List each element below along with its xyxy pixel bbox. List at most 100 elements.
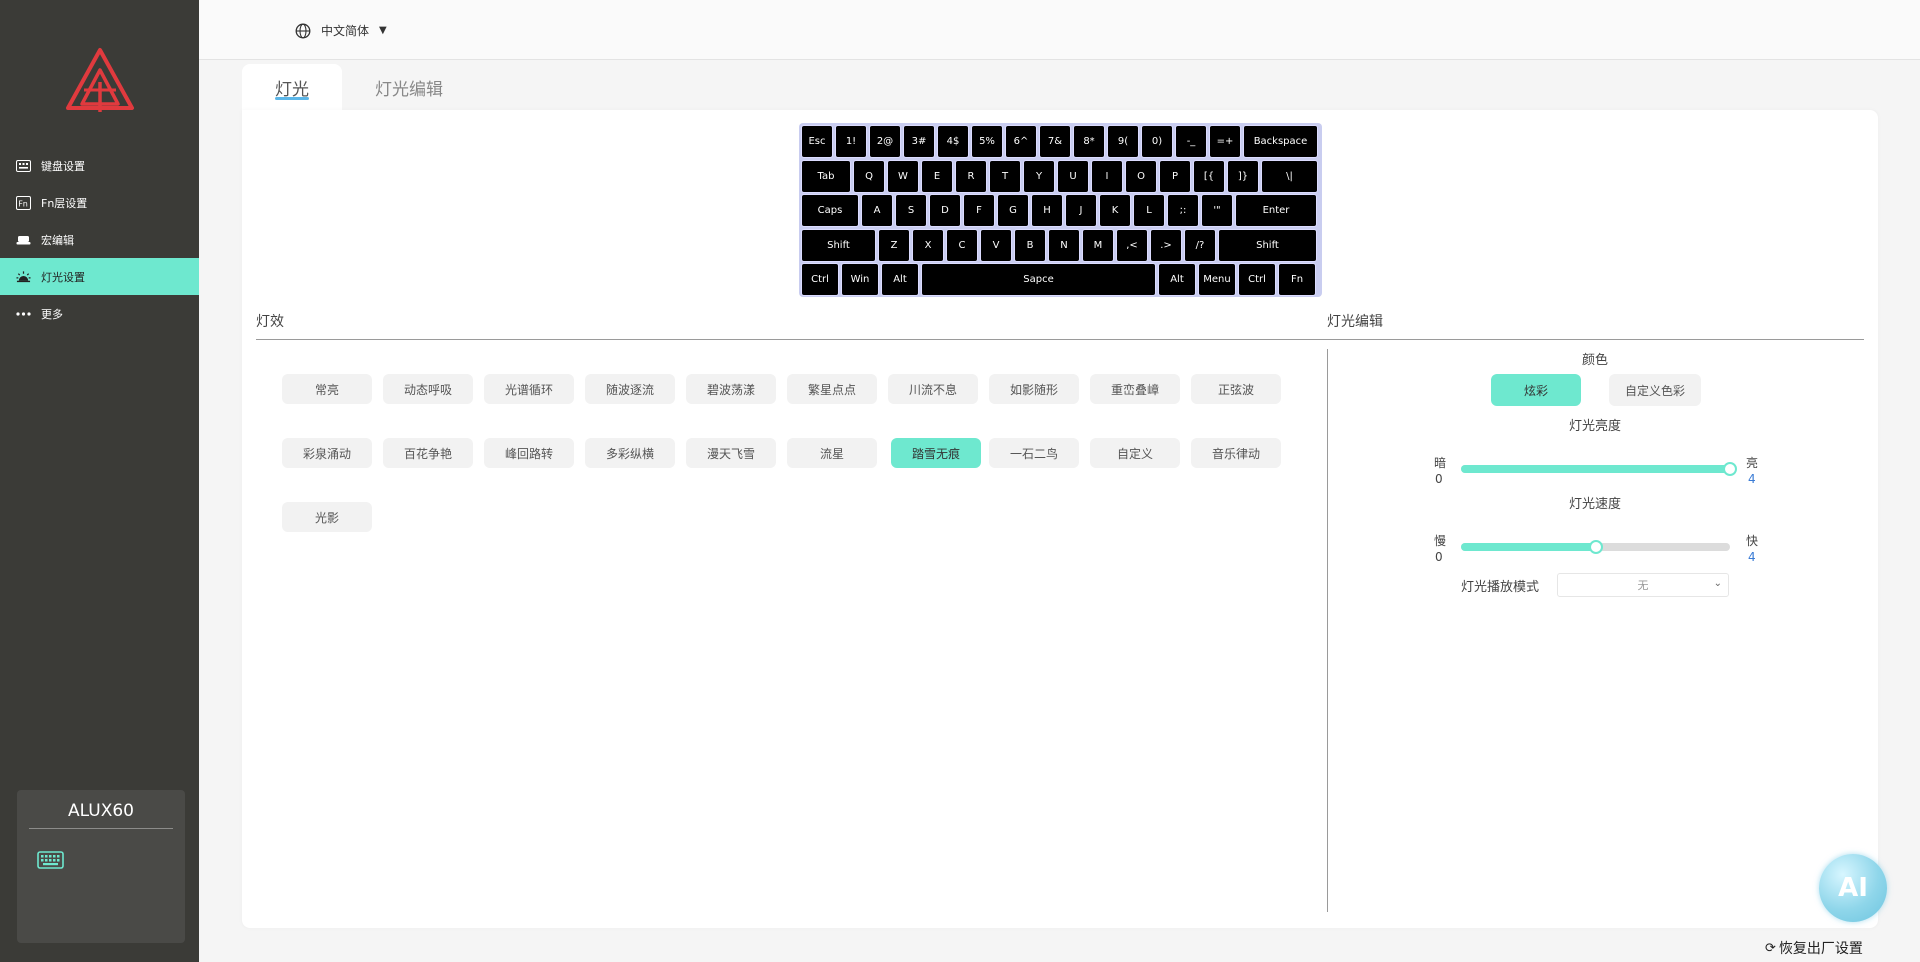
effect-button[interactable]: 重峦叠嶂: [1090, 374, 1180, 404]
effect-button[interactable]: 光谱循环: [484, 374, 574, 404]
effect-button[interactable]: 流星: [787, 438, 877, 468]
effect-button[interactable]: 常亮: [282, 374, 372, 404]
key[interactable]: Enter: [1235, 194, 1317, 227]
key[interactable]: Caps: [801, 194, 859, 227]
key[interactable]: P: [1159, 159, 1191, 193]
key[interactable]: K: [1099, 194, 1131, 227]
effect-button[interactable]: 彩泉涌动: [282, 438, 372, 468]
key[interactable]: =+: [1209, 125, 1241, 158]
key[interactable]: X: [912, 228, 944, 262]
sidebar-item-fn-layer[interactable]: Fn Fn层设置: [0, 184, 199, 221]
key[interactable]: Alt: [1158, 263, 1196, 296]
key[interactable]: N: [1048, 228, 1080, 262]
key[interactable]: Sapce: [921, 263, 1156, 296]
effect-button[interactable]: 漫天飞雪: [686, 438, 776, 468]
speed-slider-thumb[interactable]: [1588, 540, 1603, 554]
effect-button[interactable]: 繁星点点: [787, 374, 877, 404]
effect-button[interactable]: 音乐律动: [1191, 438, 1281, 468]
factory-reset-button[interactable]: ⟳ 恢复出厂设置: [1765, 938, 1863, 958]
key[interactable]: 4$: [937, 125, 969, 158]
key[interactable]: L: [1133, 194, 1165, 227]
key[interactable]: ,<: [1116, 228, 1148, 262]
key[interactable]: V: [980, 228, 1012, 262]
effect-button[interactable]: 百花争艳: [383, 438, 473, 468]
key[interactable]: 6^: [1005, 125, 1037, 158]
effect-button[interactable]: 正弦波: [1191, 374, 1281, 404]
effect-button[interactable]: 碧波荡漾: [686, 374, 776, 404]
sidebar-item-more[interactable]: 更多: [0, 295, 199, 332]
key[interactable]: Fn: [1278, 263, 1316, 296]
key[interactable]: Q: [853, 159, 885, 193]
key[interactable]: D: [929, 194, 961, 227]
key[interactable]: U: [1057, 159, 1089, 193]
key[interactable]: Ctrl: [1238, 263, 1276, 296]
key[interactable]: .>: [1150, 228, 1182, 262]
effect-button[interactable]: 如影随形: [989, 374, 1079, 404]
key[interactable]: G: [997, 194, 1029, 227]
key[interactable]: S: [895, 194, 927, 227]
sidebar-item-macro[interactable]: 宏编辑: [0, 221, 199, 258]
key[interactable]: Win: [841, 263, 879, 296]
ai-assistant-button[interactable]: AI: [1819, 854, 1887, 922]
sidebar-item-keyboard-settings[interactable]: 键盘设置: [0, 147, 199, 184]
key[interactable]: I: [1091, 159, 1123, 193]
tab-lighting[interactable]: 灯光: [242, 64, 342, 110]
brightness-slider[interactable]: [1461, 462, 1737, 476]
key[interactable]: /?: [1184, 228, 1216, 262]
key[interactable]: A: [861, 194, 893, 227]
key[interactable]: T: [989, 159, 1021, 193]
effect-button[interactable]: 自定义: [1090, 438, 1180, 468]
key[interactable]: 8*: [1073, 125, 1105, 158]
key[interactable]: J: [1065, 194, 1097, 227]
brightness-slider-thumb[interactable]: [1723, 462, 1737, 476]
play-mode-select[interactable]: 无 ⌄: [1557, 573, 1729, 597]
key[interactable]: Z: [878, 228, 910, 262]
key[interactable]: Menu: [1198, 263, 1236, 296]
key[interactable]: W: [887, 159, 919, 193]
key[interactable]: 2@: [869, 125, 901, 158]
key[interactable]: Tab: [801, 159, 851, 193]
key[interactable]: M: [1082, 228, 1114, 262]
key[interactable]: 3#: [903, 125, 935, 158]
key[interactable]: Shift: [1218, 228, 1317, 262]
key[interactable]: ]}: [1227, 159, 1259, 193]
effect-button[interactable]: 峰回路转: [484, 438, 574, 468]
sidebar-item-lighting[interactable]: 灯光设置: [0, 258, 199, 295]
key[interactable]: H: [1031, 194, 1063, 227]
key[interactable]: 5%: [971, 125, 1003, 158]
effect-button[interactable]: 多彩纵横: [585, 438, 675, 468]
key[interactable]: Shift: [801, 228, 876, 262]
key[interactable]: 9(: [1107, 125, 1139, 158]
effect-button[interactable]: 动态呼吸: [383, 374, 473, 404]
effect-button-selected[interactable]: 踏雪无痕: [891, 438, 981, 468]
effect-button[interactable]: 川流不息: [888, 374, 978, 404]
key[interactable]: Esc: [801, 125, 833, 158]
speed-slider[interactable]: [1461, 540, 1730, 554]
key[interactable]: 0): [1141, 125, 1173, 158]
key[interactable]: R: [955, 159, 987, 193]
key[interactable]: B: [1014, 228, 1046, 262]
key[interactable]: '": [1201, 194, 1233, 227]
key[interactable]: Backspace: [1243, 125, 1318, 158]
key[interactable]: Y: [1023, 159, 1055, 193]
key[interactable]: \|: [1261, 159, 1318, 193]
key[interactable]: ;:: [1167, 194, 1199, 227]
key[interactable]: Ctrl: [801, 263, 839, 296]
key[interactable]: F: [963, 194, 995, 227]
effect-button[interactable]: 一石二鸟: [989, 438, 1079, 468]
color-option-custom[interactable]: 自定义色彩: [1609, 374, 1701, 406]
color-option-dazzle[interactable]: 炫彩: [1491, 374, 1581, 406]
key[interactable]: O: [1125, 159, 1157, 193]
tab-lighting-edit[interactable]: 灯光编辑: [359, 64, 459, 110]
device-card[interactable]: ALUX60: [17, 790, 185, 943]
key[interactable]: 7&: [1039, 125, 1071, 158]
effect-button[interactable]: 光影: [282, 502, 372, 532]
effect-button[interactable]: 随波逐流: [585, 374, 675, 404]
key[interactable]: E: [921, 159, 953, 193]
key[interactable]: 1!: [835, 125, 867, 158]
key[interactable]: C: [946, 228, 978, 262]
language-selector[interactable]: 中文简体 ▼: [295, 22, 387, 39]
key[interactable]: [{: [1193, 159, 1225, 193]
key[interactable]: Alt: [881, 263, 919, 296]
key[interactable]: -_: [1175, 125, 1207, 158]
